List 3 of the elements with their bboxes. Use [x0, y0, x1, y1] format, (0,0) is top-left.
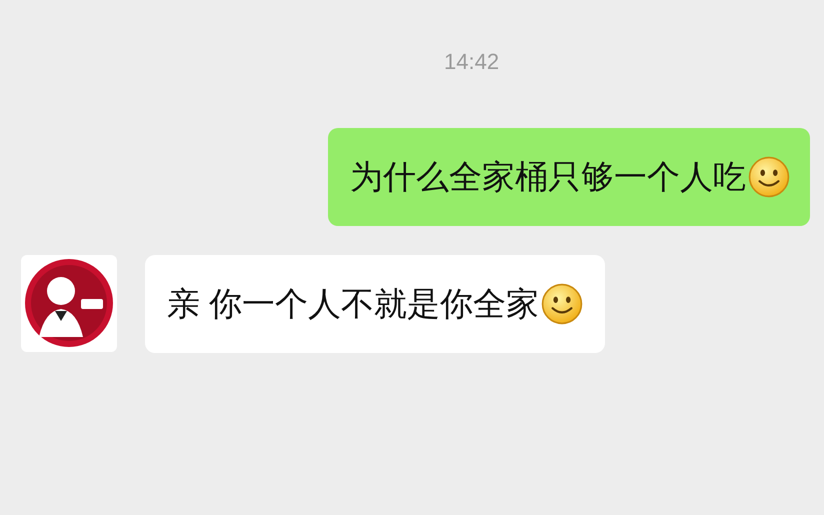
message-text: 亲 你一个人不就是你全家: [167, 284, 540, 324]
timestamp: 14:42: [444, 48, 500, 76]
message-text: 为什么全家桶只够一个人吃: [350, 157, 746, 197]
